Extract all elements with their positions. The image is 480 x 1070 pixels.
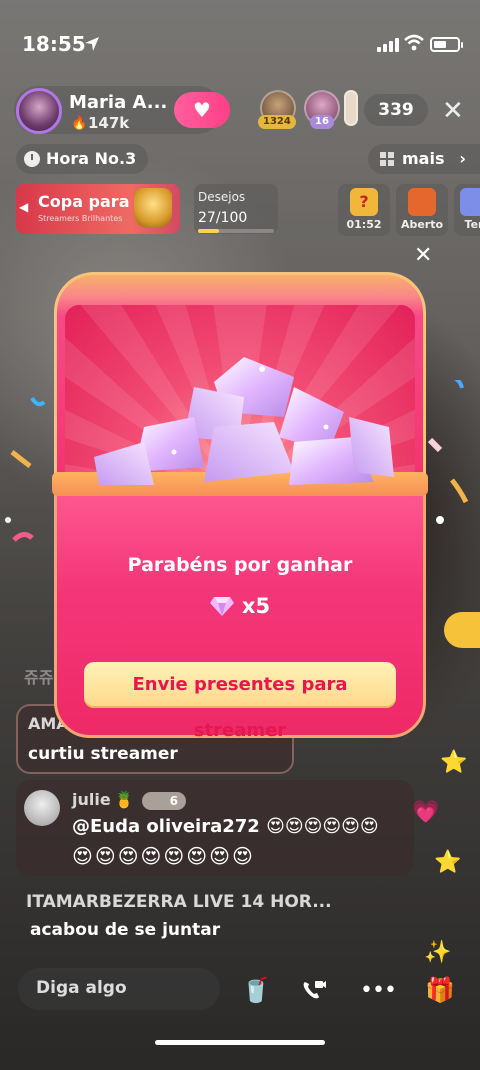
heart-wings-icon: ♥ [193, 98, 211, 122]
cup-event-banner[interactable]: ◀ Copa para Streamers Brilhantes [16, 184, 180, 234]
cup-title: Copa para [38, 192, 130, 211]
caret-left-icon: ◀ [19, 200, 29, 214]
cup-icon: 🥤 [241, 976, 271, 1004]
viewer-badge: 16 [310, 115, 334, 129]
reward-amount: x5 [241, 594, 271, 618]
wish-progress-fill [198, 229, 219, 233]
cup-subtitle: Streamers Brilhantes [38, 214, 123, 223]
drink-gift-button[interactable]: 🥤 [236, 970, 276, 1010]
input-placeholder: Diga algo [36, 978, 127, 998]
chevron-right-icon: › [459, 149, 466, 168]
status-time: 18:55 [22, 32, 86, 56]
side-event-tab[interactable] [444, 612, 480, 648]
wish-title: Desejos [198, 190, 246, 204]
faded-chat-text: 쥬쥬 [24, 668, 54, 687]
treasure-label: Aberto [400, 218, 444, 231]
hour-label: Hora No.3 [46, 149, 137, 168]
heart-icon: 💗 [412, 800, 440, 825]
chat-username: ITAMARBEZERRA LIVE 14 HOR... [26, 892, 332, 912]
star-icon: ⭐ [434, 850, 462, 875]
chat-emoji-line: 😍😍😍😍😍😍😍😍 [72, 844, 255, 868]
join-text: acabou de se juntar [30, 920, 221, 940]
more-button[interactable]: mais › [368, 144, 480, 174]
send-gifts-button[interactable]: Envie presentes para streamer [84, 662, 396, 741]
diamond-icon [209, 597, 234, 616]
wishlist-box[interactable]: Desejos 27/100 [194, 184, 278, 234]
clock-icon [24, 151, 40, 167]
sparkle-icon: ✨ [424, 940, 452, 965]
video-call-button[interactable] [294, 970, 334, 1010]
mystery-timer: 01:52 [346, 218, 382, 231]
cellular-signal-icon [377, 38, 399, 52]
reward-row: x5 [54, 594, 426, 618]
top-viewer-avatar[interactable] [344, 90, 358, 126]
more-options-button[interactable]: ••• [358, 970, 398, 1010]
viewer-badge: 1324 [258, 115, 296, 129]
more-label: mais [402, 149, 445, 168]
grid-icon [380, 152, 394, 166]
streamer-name: Maria A... [69, 92, 168, 113]
viewer-count[interactable]: 339 [364, 94, 428, 126]
gift-button[interactable]: 🎁 [420, 970, 460, 1010]
confetti-decoration [5, 380, 469, 542]
treasure-chest-icon [408, 188, 436, 216]
pineapple-icon: 🍍 [114, 790, 134, 809]
phone-video-icon [303, 981, 326, 999]
star-icon: ⭐ [440, 750, 468, 775]
trophy-icon [134, 188, 172, 228]
chat-text: @Euda oliveira272 😍😍😍😍😍😍 [72, 816, 379, 837]
extra-box[interactable]: Ter [454, 184, 480, 236]
chat-username: julie [72, 790, 111, 809]
extra-icon [460, 188, 480, 216]
wish-progress-bar [198, 229, 274, 233]
chat-avatar[interactable] [24, 790, 60, 826]
hour-ranking-pill[interactable]: Hora No.3 [16, 144, 148, 174]
level-badge: 6 [142, 792, 186, 810]
extra-label: Ter [464, 218, 480, 231]
ellipsis-icon: ••• [360, 977, 397, 1003]
flame-icon: 🔥 [71, 116, 88, 131]
question-box-icon: ? [350, 188, 378, 216]
mystery-box[interactable]: ? 01:52 [338, 184, 390, 236]
status-bar: 18:55 [0, 0, 480, 90]
chat-input[interactable]: Diga algo [18, 968, 220, 1010]
streamer-info[interactable]: Maria A... 🔥 147k ♥ [14, 86, 230, 134]
wifi-icon [404, 34, 424, 51]
chat-text: curtiu streamer [28, 744, 178, 764]
gift-icon: 🎁 [425, 976, 455, 1004]
location-arrow-icon [85, 37, 99, 51]
treasure-box[interactable]: Aberto [396, 184, 448, 236]
follow-button[interactable]: ♥ [174, 92, 230, 128]
streamer-followers: 147k [88, 114, 130, 132]
modal-close-icon[interactable]: ✕ [414, 243, 432, 268]
battery-icon [430, 37, 463, 52]
wish-count: 27/100 [198, 210, 248, 226]
close-live-button[interactable]: ✕ [442, 96, 464, 126]
streamer-avatar[interactable] [16, 88, 62, 134]
home-indicator[interactable] [155, 1040, 325, 1045]
